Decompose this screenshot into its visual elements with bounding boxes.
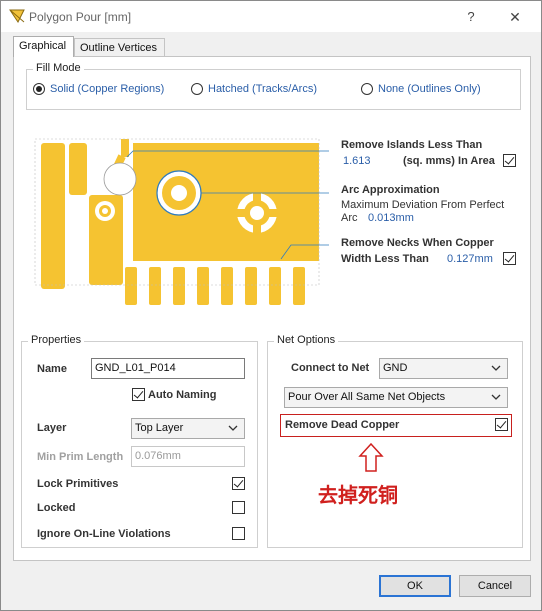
lock-primitives-checkbox[interactable] — [232, 477, 245, 490]
name-label: Name — [37, 363, 67, 375]
name-field[interactable]: GND_L01_P014 — [91, 358, 245, 379]
locked-checkbox[interactable] — [232, 501, 245, 514]
remove-islands-unit: (sq. mms) In Area — [403, 155, 495, 167]
layer-label: Layer — [37, 422, 67, 434]
tab-graphical[interactable]: Graphical — [13, 36, 74, 57]
radio-solid[interactable]: Solid (Copper Regions) — [33, 82, 164, 96]
preview-finger-6 — [245, 267, 257, 305]
arrow-up-icon — [358, 443, 384, 472]
arc-approx-title: Arc Approximation — [341, 184, 440, 196]
radio-none[interactable]: None (Outlines Only) — [361, 82, 481, 96]
layer-select[interactable]: Top Layer — [131, 418, 245, 439]
help-button[interactable]: ? — [461, 7, 481, 27]
remove-dead-copper-checkbox[interactable] — [495, 418, 508, 431]
polygon-preview-graphic — [34, 138, 329, 305]
radio-none-indicator[interactable] — [361, 83, 373, 95]
radio-solid-label: Solid (Copper Regions) — [50, 83, 165, 95]
close-button[interactable]: ✕ — [505, 7, 525, 27]
chevron-down-icon — [228, 425, 238, 431]
polygon-pour-icon — [9, 9, 25, 23]
preview-island-circle — [103, 162, 137, 196]
preview-finger-3 — [173, 267, 185, 305]
preview-thermal-spoke-right — [269, 209, 279, 217]
radio-hatched[interactable]: Hatched (Tracks/Arcs) — [191, 82, 317, 96]
arc-approx-prefix: Arc — [341, 212, 358, 224]
preview-arc-pad-hole — [171, 185, 187, 201]
preview-neck-trace — [121, 139, 129, 157]
auto-naming-checkbox[interactable] — [132, 388, 145, 401]
remove-dead-copper-label: Remove Dead Copper — [285, 419, 400, 431]
preview-finger-2 — [149, 267, 161, 305]
arc-approx-line1: Maximum Deviation From Perfect — [341, 199, 505, 211]
polygon-pour-dialog: Polygon Pour [mm] ? ✕ Graphical Outline … — [0, 0, 542, 611]
preview-thermal-spoke-top — [253, 191, 261, 201]
remove-necks-value[interactable]: 0.127mm — [447, 253, 493, 265]
fill-mode-group: Fill Mode Solid (Copper Regions) Hatched… — [26, 62, 521, 110]
radio-hatched-label: Hatched (Tracks/Arcs) — [208, 83, 318, 95]
preview-finger-1 — [125, 267, 137, 305]
ignore-violations-label: Ignore On-Line Violations — [37, 528, 171, 540]
preview-left-pad-hole — [102, 208, 108, 214]
chevron-down-icon — [491, 394, 501, 400]
remove-islands-title: Remove Islands Less Than — [341, 139, 483, 151]
radio-solid-indicator[interactable] — [33, 83, 45, 95]
preview-finger-5 — [221, 267, 233, 305]
locked-label: Locked — [37, 502, 76, 514]
remove-necks-checkbox[interactable] — [503, 252, 516, 265]
preview-finger-8 — [293, 267, 305, 305]
radio-hatched-indicator[interactable] — [191, 83, 203, 95]
min-prim-length-label: Min Prim Length — [37, 451, 124, 463]
preview-thermal-hole — [250, 206, 264, 220]
preview-mid-copper-top — [69, 143, 87, 195]
preview-finger-7 — [269, 267, 281, 305]
cancel-button[interactable]: Cancel — [459, 575, 531, 597]
tab-outline-vertices[interactable]: Outline Vertices — [74, 38, 165, 58]
pour-mode-select[interactable]: Pour Over All Same Net Objects — [284, 387, 508, 408]
connect-to-net-value: GND — [383, 362, 408, 374]
connect-to-net-select[interactable]: GND — [379, 358, 508, 379]
remove-islands-value[interactable]: 1.613 — [343, 155, 371, 167]
fill-mode-label: Fill Mode — [33, 62, 84, 74]
remove-necks-title: Remove Necks When Copper — [341, 237, 494, 249]
preview-thermal-spoke-bottom — [253, 225, 261, 235]
preview-thermal-spoke-left — [235, 209, 245, 217]
connect-to-net-label: Connect to Net — [291, 362, 370, 374]
annotation-note: 去掉死铜 — [318, 483, 398, 507]
ignore-violations-checkbox[interactable] — [232, 527, 245, 540]
properties-label: Properties — [28, 334, 85, 346]
pour-mode-value: Pour Over All Same Net Objects — [288, 391, 446, 403]
remove-islands-checkbox[interactable] — [503, 154, 516, 167]
remove-necks-prefix: Width Less Than — [341, 253, 429, 265]
min-prim-length-field[interactable]: 0.076mm — [131, 446, 245, 467]
ok-button[interactable]: OK — [379, 575, 451, 597]
chevron-down-icon — [491, 365, 501, 371]
dialog-title: Polygon Pour [mm] — [29, 10, 132, 24]
auto-naming-label: Auto Naming — [148, 389, 217, 401]
title-bar: Polygon Pour [mm] ? ✕ — [1, 1, 541, 32]
arc-approx-value[interactable]: 0.013mm — [368, 212, 414, 224]
lock-primitives-label: Lock Primitives — [37, 478, 119, 490]
preview-left-copper — [41, 143, 65, 289]
net-options-label: Net Options — [274, 334, 339, 346]
radio-none-label: None (Outlines Only) — [378, 83, 481, 95]
preview-finger-4 — [197, 267, 209, 305]
layer-select-value: Top Layer — [135, 422, 184, 434]
